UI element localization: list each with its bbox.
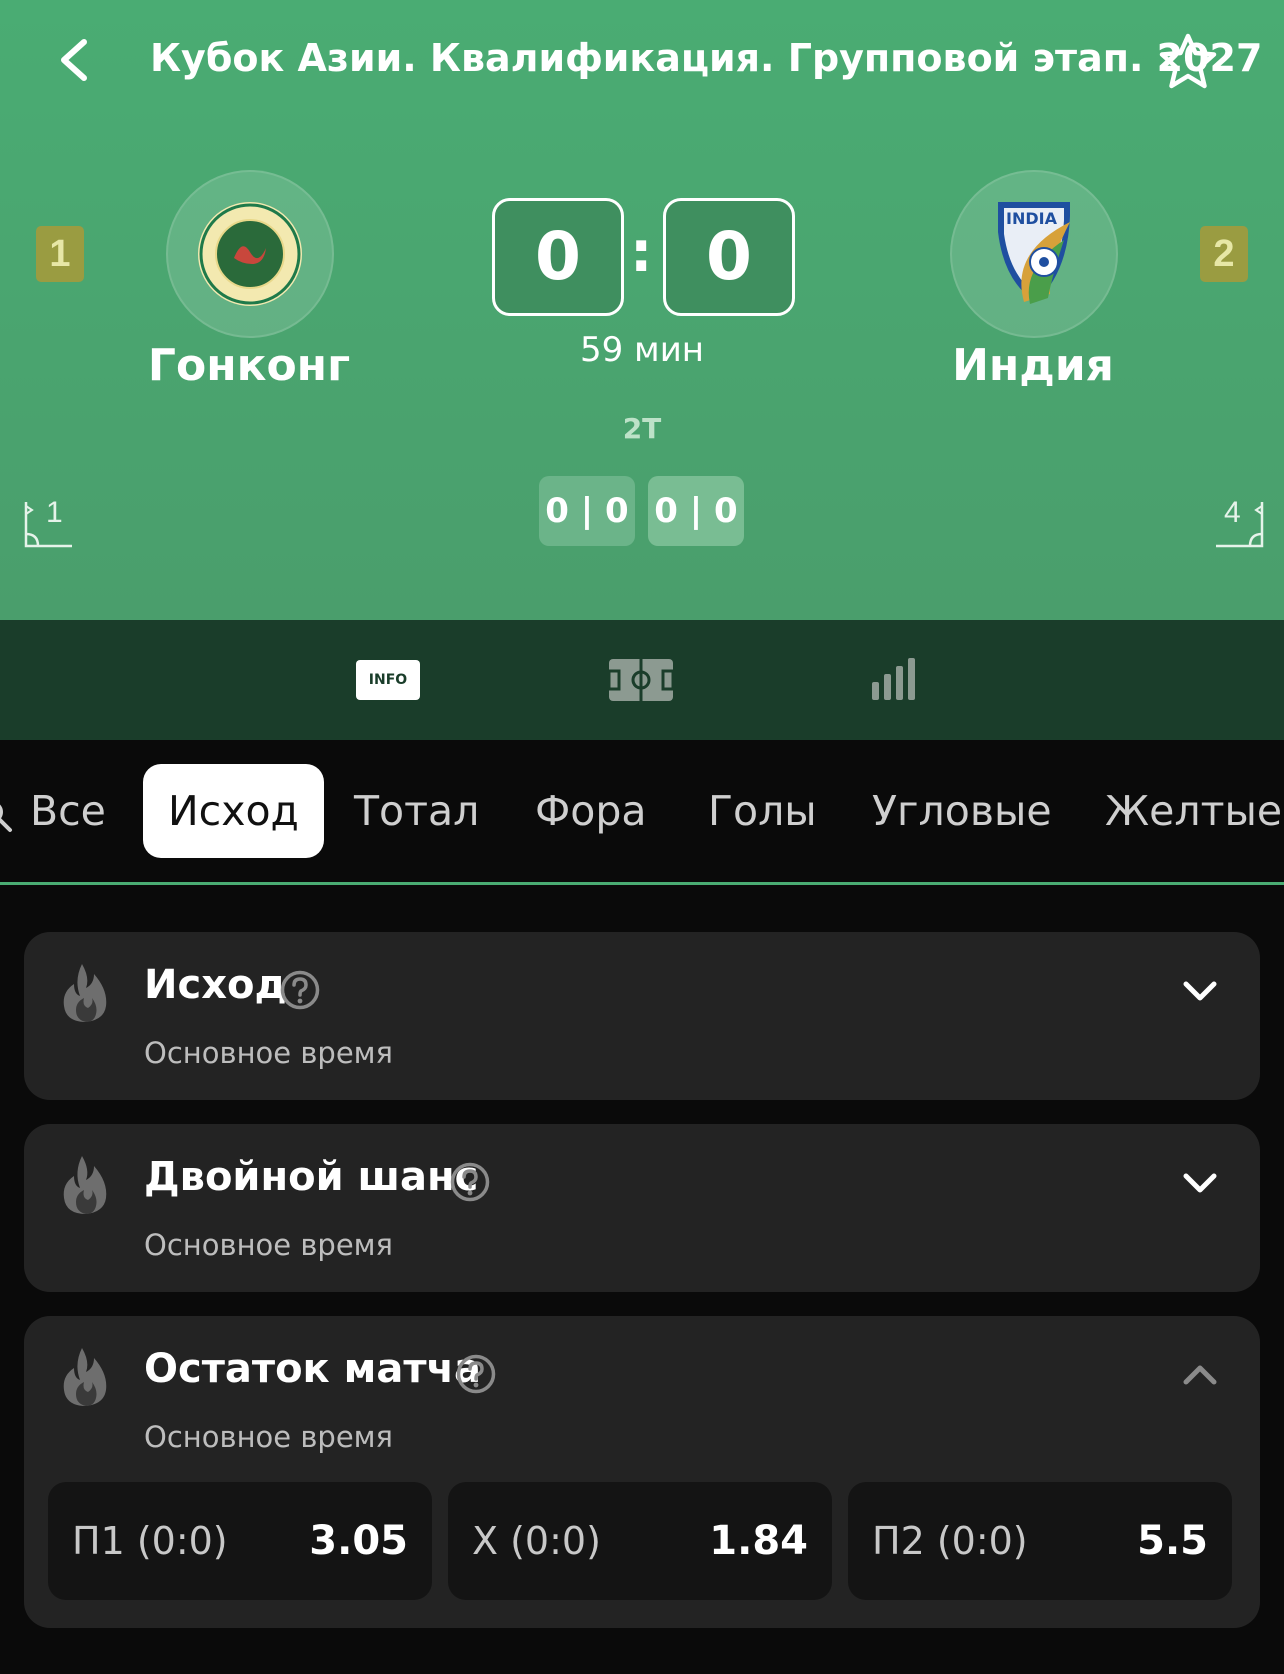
chevron-down-icon[interactable] [1180, 976, 1220, 1006]
market-subtitle: Основное время [144, 1036, 393, 1070]
odd-label: П1 (0:0) [72, 1519, 228, 1563]
odd-value: 5.5 [1137, 1518, 1208, 1564]
odd-label: Х (0:0) [472, 1519, 601, 1563]
chevron-down-icon[interactable] [1180, 1168, 1220, 1198]
nav-stats-button[interactable] [870, 656, 920, 702]
tabs-divider [0, 882, 1284, 885]
tournament-title: Кубок Азии. Квалификация. Групповой этап… [150, 36, 1263, 80]
india-fa-crest-icon: INDIA [998, 202, 1070, 304]
second-half-score: 0 | 0 [648, 476, 744, 546]
odd-value: 1.84 [709, 1518, 808, 1564]
odd-button-draw[interactable]: Х (0:0) 1.84 [448, 1482, 832, 1600]
odd-value: 3.05 [309, 1518, 408, 1564]
odd-button-away[interactable]: П2 (0:0) 5.5 [848, 1482, 1232, 1600]
tab-handicap[interactable]: Фора [535, 764, 647, 858]
favorite-button[interactable] [1156, 30, 1220, 94]
help-icon[interactable] [280, 970, 320, 1010]
market-card-outcome[interactable]: Исход Основное время [24, 932, 1260, 1100]
back-button[interactable] [52, 34, 100, 86]
fire-icon [63, 1348, 107, 1406]
market-title: Исход [144, 962, 287, 1008]
match-period: 2Т [622, 412, 662, 445]
nav-field-button[interactable] [607, 658, 675, 702]
hong-kong-fa-crest-icon [198, 202, 302, 306]
help-icon[interactable] [456, 1354, 496, 1394]
home-team-logo[interactable] [166, 170, 334, 338]
market-card-rest-of-match: Остаток матча Основное время П1 (0:0) 3.… [24, 1316, 1260, 1628]
score-separator: : [630, 220, 653, 285]
india-logo-text: INDIA [1006, 209, 1058, 228]
tab-all[interactable]: Все [30, 764, 106, 858]
away-corners: 4 [1210, 496, 1266, 550]
tab-goals[interactable]: Голы [708, 764, 817, 858]
tab-yellow-cards[interactable]: Желтые к [1105, 764, 1284, 858]
market-title: Остаток матча [144, 1346, 481, 1392]
market-subtitle: Основное время [144, 1228, 393, 1262]
search-icon[interactable] [0, 800, 14, 836]
away-rank-badge: 2 [1200, 226, 1248, 282]
odd-label: П2 (0:0) [872, 1519, 1028, 1563]
home-corners-count: 1 [46, 496, 63, 529]
away-team-name[interactable]: Индия [873, 340, 1193, 391]
fire-icon [63, 964, 107, 1022]
away-team-logo[interactable]: INDIA [950, 170, 1118, 338]
chevron-up-icon[interactable] [1180, 1360, 1220, 1390]
tab-total[interactable]: Тотал [354, 764, 479, 858]
fire-icon [63, 1156, 107, 1214]
home-rank-badge: 1 [36, 226, 84, 282]
tab-corners[interactable]: Угловые [872, 764, 1052, 858]
home-team-name[interactable]: Гонконг [89, 340, 409, 391]
tab-outcome[interactable]: Исход [143, 764, 324, 858]
chevron-left-icon [61, 39, 87, 81]
market-subtitle: Основное время [144, 1420, 393, 1454]
star-outline-icon [1159, 33, 1217, 89]
match-minute: 59 мин [579, 330, 705, 370]
market-tabs: Все Исход Тотал Фора Голы Угловые Желтые… [0, 740, 1284, 884]
field-icon [607, 659, 675, 701]
odd-button-home[interactable]: П1 (0:0) 3.05 [48, 1482, 432, 1600]
home-score: 0 [492, 198, 624, 316]
first-half-score: 0 | 0 [539, 476, 635, 546]
home-corners: 1 [22, 496, 78, 550]
away-corners-count: 4 [1224, 496, 1241, 529]
market-title: Двойной шанс [144, 1154, 479, 1200]
stats-bars-icon [872, 658, 915, 700]
nav-info-button[interactable]: INFO [356, 660, 420, 700]
help-icon[interactable] [450, 1162, 490, 1202]
away-score: 0 [663, 198, 795, 316]
market-card-double-chance[interactable]: Двойной шанс Основное время [24, 1124, 1260, 1292]
